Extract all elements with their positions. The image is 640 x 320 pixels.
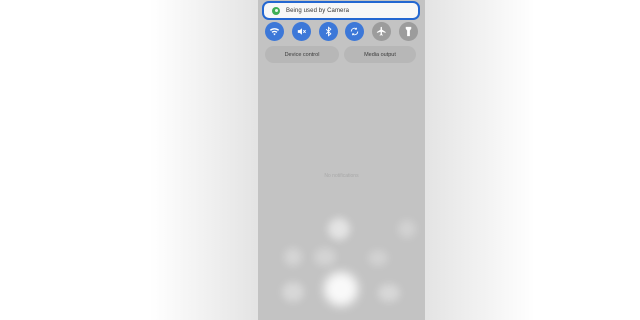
auto-rotate-toggle[interactable] bbox=[345, 21, 365, 41]
blurred-background-glow bbox=[284, 248, 302, 266]
flashlight-toggle[interactable] bbox=[398, 21, 418, 41]
blurred-background-glow bbox=[368, 250, 388, 266]
blurred-background-glow bbox=[378, 284, 400, 302]
blurred-background-glow bbox=[282, 282, 304, 302]
airplane-mode-toggle[interactable] bbox=[372, 21, 392, 41]
device-control-button[interactable]: Device control bbox=[265, 46, 339, 63]
wifi-icon bbox=[269, 27, 280, 35]
media-output-button[interactable]: Media output bbox=[344, 46, 416, 63]
right-shadow bbox=[425, 0, 535, 320]
bluetooth-toggle[interactable] bbox=[318, 21, 338, 41]
auto-rotate-icon bbox=[351, 26, 359, 36]
left-shadow bbox=[150, 0, 258, 320]
airplane-icon bbox=[377, 26, 386, 36]
blurred-background-glow bbox=[398, 220, 416, 238]
blurred-background-glow bbox=[328, 218, 350, 240]
blurred-background-glow bbox=[314, 248, 336, 266]
camera-indicator-dot-icon bbox=[272, 6, 280, 15]
no-notifications-text: No notifications bbox=[324, 173, 359, 179]
quick-settings-row bbox=[265, 21, 418, 41]
privacy-indicator-chip[interactable]: Being used by Camera bbox=[262, 1, 420, 20]
mute-icon bbox=[297, 27, 306, 35]
privacy-chip-label: Being used by Camera bbox=[286, 7, 350, 14]
sound-toggle[interactable] bbox=[291, 21, 311, 41]
wifi-toggle[interactable] bbox=[265, 21, 284, 41]
bluetooth-icon bbox=[325, 25, 332, 37]
blurred-background-glow bbox=[324, 272, 358, 306]
flashlight-icon bbox=[405, 26, 412, 36]
